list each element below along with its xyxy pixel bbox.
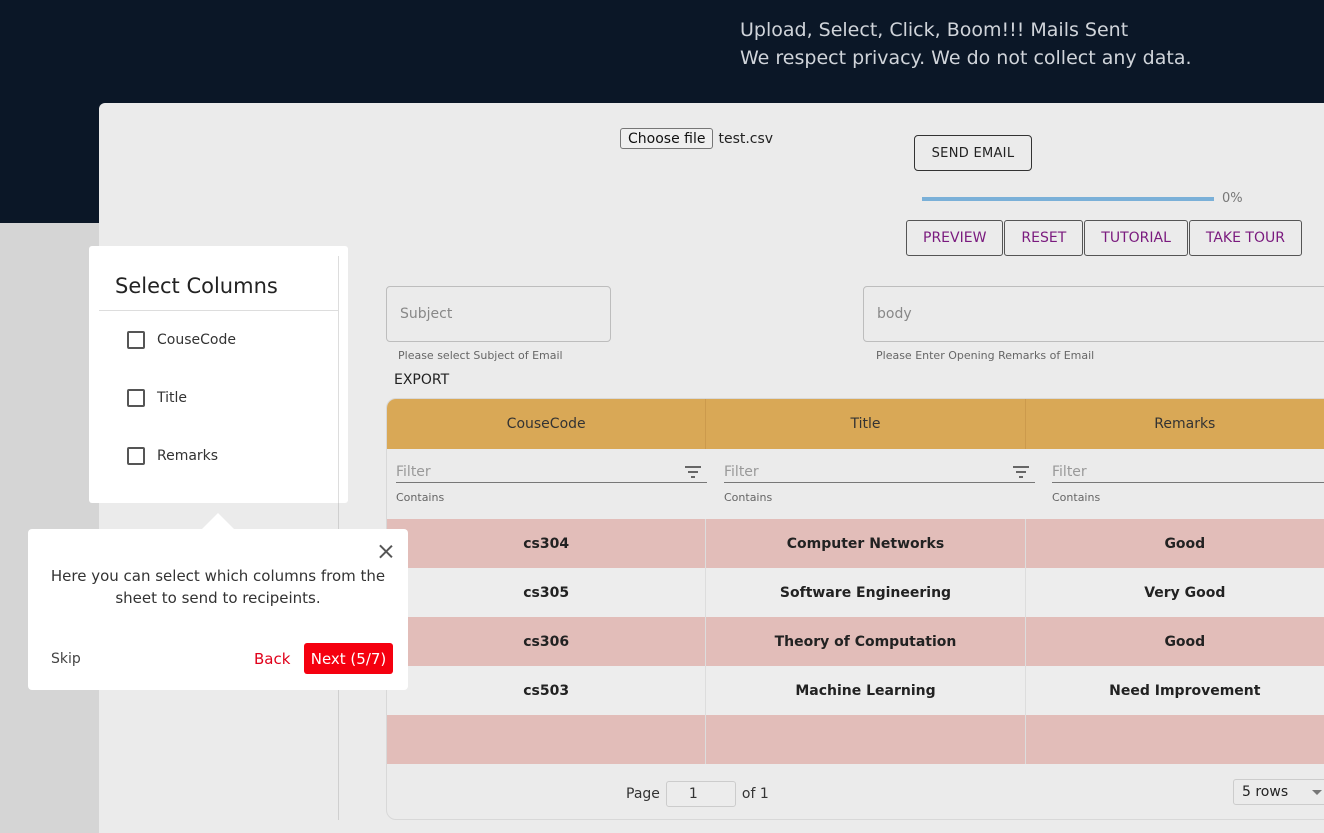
rows-per-page-value: 5 rows: [1242, 784, 1289, 800]
progress-label: 0%: [1222, 191, 1243, 206]
filter-input[interactable]: Filter: [1052, 461, 1324, 483]
column-option-label: Title: [157, 390, 188, 406]
pagination: Page 1 of 1 5 rows: [387, 765, 1324, 819]
filter-mode: Contains: [724, 491, 773, 504]
table-cell: Theory of Computation: [706, 617, 1026, 666]
choose-file-button[interactable]: Choose file: [620, 128, 714, 149]
progress: 0%: [922, 191, 1243, 206]
close-icon[interactable]: [376, 541, 396, 561]
data-grid: CouseCode Title Remarks Filter Contains …: [386, 398, 1324, 820]
table-row[interactable]: cs304 Computer Networks Good: [387, 519, 1324, 568]
divider: [338, 256, 339, 503]
tour-popover: Here you can select which columns from t…: [28, 529, 408, 690]
hero-tagline: Upload, Select, Click, Boom!!! Mails Sen…: [740, 19, 1129, 41]
filter-icon[interactable]: [685, 466, 701, 478]
skip-button[interactable]: Skip: [51, 651, 81, 667]
tutorial-button[interactable]: TUTORIAL: [1084, 220, 1188, 256]
file-upload: Choose file test.csv: [620, 128, 773, 149]
filter-mode: Contains: [1052, 491, 1101, 504]
file-name: test.csv: [718, 130, 774, 147]
progress-bar: [922, 196, 1214, 201]
next-button[interactable]: Next (5/7): [304, 643, 393, 674]
body-helper: Please Enter Opening Remarks of Email: [876, 349, 1095, 362]
subject-placeholder: Subject: [400, 306, 453, 322]
table-cell: [706, 715, 1026, 764]
filter-mode: Contains: [396, 491, 445, 504]
table-row-empty: [387, 715, 1324, 764]
table-cell: Machine Learning: [706, 666, 1026, 715]
checkbox[interactable]: [127, 389, 145, 407]
action-buttons: PREVIEW RESET TUTORIAL TAKE TOUR: [906, 220, 1303, 256]
table-cell: [1026, 715, 1324, 764]
export-button[interactable]: EXPORT: [394, 372, 449, 388]
tour-text: Here you can select which columns from t…: [50, 567, 386, 607]
column-option-label: CouseCode: [157, 332, 236, 348]
take-tour-button[interactable]: TAKE TOUR: [1188, 220, 1302, 256]
divider: [99, 310, 338, 311]
column-option[interactable]: Remarks: [127, 447, 218, 465]
select-columns-title: Select Columns: [115, 274, 278, 298]
filter-input[interactable]: Filter: [396, 461, 707, 483]
table-row[interactable]: cs305 Software Engineering Very Good: [387, 568, 1324, 617]
chevron-down-icon: [1312, 790, 1322, 795]
page-number-input[interactable]: 1: [665, 781, 736, 807]
tour-pointer: [201, 513, 235, 530]
checkbox[interactable]: [127, 331, 145, 349]
table-cell: Computer Networks: [706, 519, 1026, 568]
filter-input[interactable]: Filter: [724, 461, 1035, 483]
table-cell: [387, 715, 707, 764]
reset-button[interactable]: RESET: [1004, 220, 1084, 256]
column-header[interactable]: Title: [706, 399, 1026, 449]
checkbox[interactable]: [127, 447, 145, 465]
filter-cell: Filter Contains: [387, 449, 715, 519]
page-indicator: Page 1 of 1: [626, 781, 769, 807]
table-row[interactable]: cs503 Machine Learning Need Improvement: [387, 666, 1324, 715]
body-placeholder: body: [877, 306, 912, 322]
send-email-button[interactable]: SEND EMAIL: [914, 135, 1032, 171]
filter-placeholder: Filter: [396, 464, 431, 480]
table-cell: Need Improvement: [1026, 666, 1324, 715]
table-cell: cs304: [387, 519, 707, 568]
table-cell: cs503: [387, 666, 707, 715]
filter-icon[interactable]: [1013, 466, 1029, 478]
column-option[interactable]: CouseCode: [127, 331, 236, 349]
filter-cell: Filter Contains: [1043, 449, 1324, 519]
table-cell: cs306: [387, 617, 707, 666]
rows-per-page-select[interactable]: 5 rows: [1233, 779, 1324, 805]
filter-row: Filter Contains Filter Contains Filter C…: [387, 449, 1324, 519]
table-cell: Software Engineering: [706, 568, 1026, 617]
table-cell: cs305: [387, 568, 707, 617]
subject-helper: Please select Subject of Email: [398, 349, 563, 362]
hero-text: Upload, Select, Click, Boom!!! Mails Sen…: [740, 16, 1192, 72]
hero-privacy-note: We respect privacy. We do not collect an…: [740, 47, 1192, 69]
filter-placeholder: Filter: [1052, 464, 1087, 480]
filter-placeholder: Filter: [724, 464, 759, 480]
filter-cell: Filter Contains: [715, 449, 1043, 519]
table-cell: Good: [1026, 519, 1324, 568]
column-header[interactable]: Remarks: [1026, 399, 1324, 449]
column-option-label: Remarks: [157, 448, 219, 464]
body-input[interactable]: body: [863, 286, 1324, 342]
table-row[interactable]: cs306 Theory of Computation Good: [387, 617, 1324, 666]
page-total: of 1: [741, 786, 769, 802]
select-columns-panel: Select Columns CouseCode Title Remarks: [89, 246, 348, 503]
back-button[interactable]: Back: [254, 650, 290, 668]
table-cell: Very Good: [1026, 568, 1324, 617]
table-cell: Good: [1026, 617, 1324, 666]
subject-select[interactable]: Subject: [386, 286, 611, 342]
page-label: Page: [626, 786, 660, 802]
column-option[interactable]: Title: [127, 389, 187, 407]
column-header[interactable]: CouseCode: [387, 399, 707, 449]
grid-header: CouseCode Title Remarks: [387, 399, 1324, 449]
preview-button[interactable]: PREVIEW: [906, 220, 1004, 256]
